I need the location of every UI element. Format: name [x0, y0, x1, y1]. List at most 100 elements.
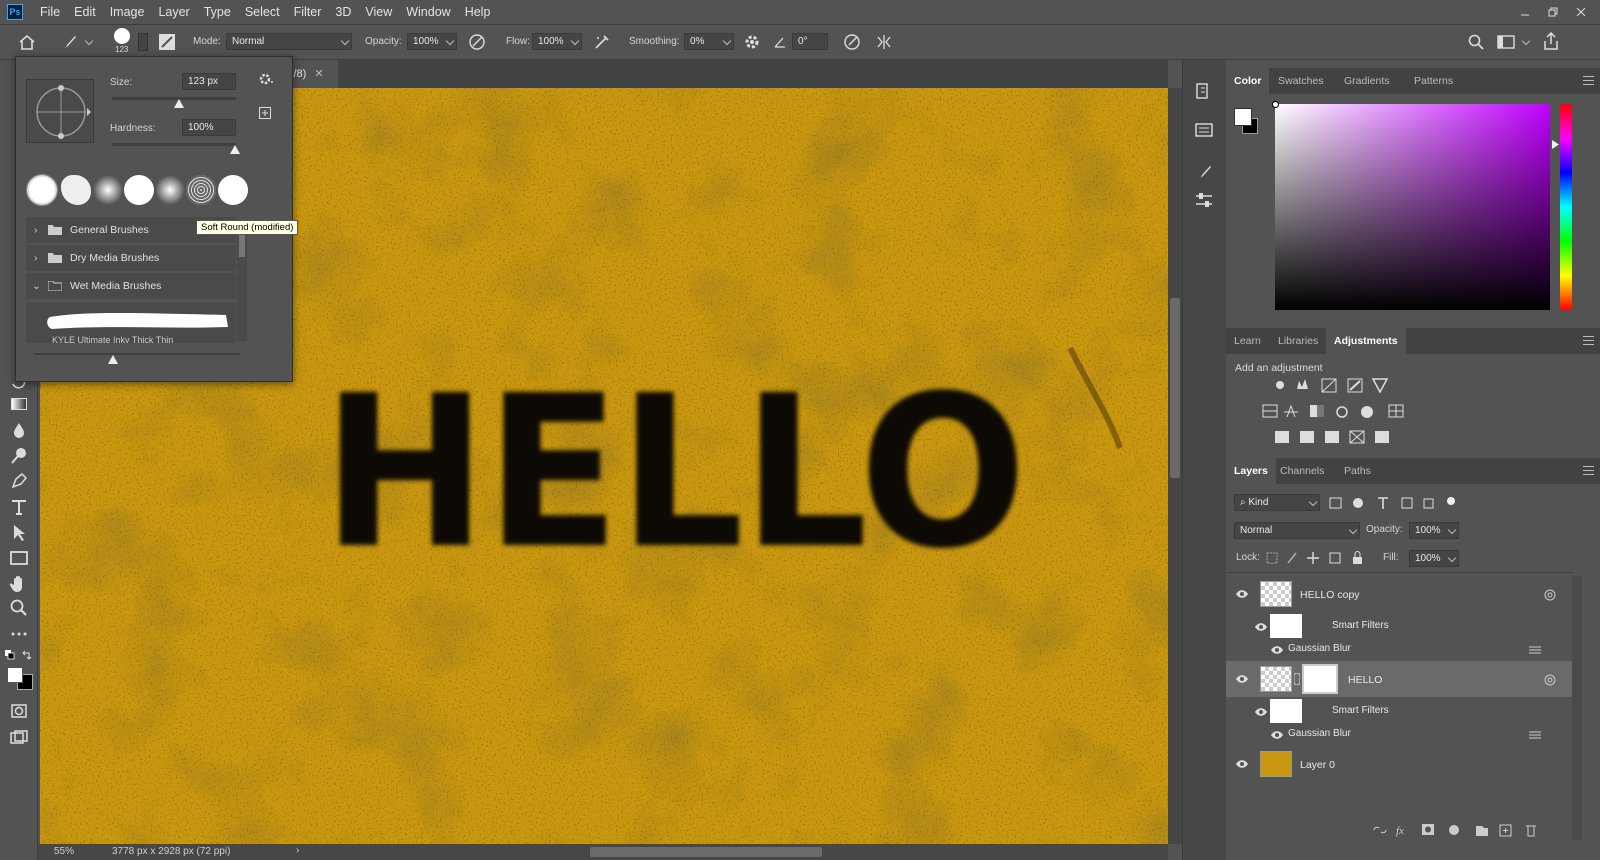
preview-size-slider[interactable]	[34, 353, 240, 355]
preset-list-scrollbar[interactable]	[237, 229, 247, 341]
menu-layer[interactable]: Layer	[151, 0, 196, 24]
filter-mask-thumbnail[interactable]	[1270, 614, 1302, 638]
layer-blend-mode[interactable]: Normal	[1234, 522, 1360, 539]
layer-name[interactable]: Layer 0	[1300, 759, 1335, 771]
horizontal-scroll-thumb[interactable]	[590, 847, 822, 857]
adjust-panel-menu-icon[interactable]	[1583, 336, 1594, 345]
brush-tip-textured[interactable]	[61, 175, 91, 205]
brush-preview-icon[interactable]	[114, 28, 130, 44]
tab-paths[interactable]: Paths	[1336, 458, 1379, 484]
brush-settings-panel-icon[interactable]	[1194, 190, 1214, 210]
restore-icon[interactable]	[1548, 7, 1558, 17]
flow-input[interactable]: 100%	[532, 33, 582, 50]
tool-preset-dropdown[interactable]	[84, 36, 94, 46]
menu-view[interactable]: View	[358, 0, 399, 24]
visibility-eye-icon[interactable]	[1235, 759, 1249, 769]
menu-3d[interactable]: 3D	[328, 0, 358, 24]
search-icon[interactable]	[1468, 34, 1484, 50]
type-tool-icon[interactable]	[9, 497, 29, 517]
visibility-eye-icon[interactable]	[1270, 645, 1284, 655]
dodge-tool-icon[interactable]	[9, 446, 29, 466]
menu-image[interactable]: Image	[103, 0, 152, 24]
layer-filter-kind[interactable]: ⌕ Kind	[1234, 494, 1320, 511]
path-selection-icon[interactable]	[9, 523, 29, 543]
workspace-icon[interactable]	[1497, 34, 1515, 50]
color-fg-swatch[interactable]	[1234, 108, 1252, 126]
properties-icon[interactable]	[1194, 120, 1214, 140]
brush-tip-spatter[interactable]	[186, 175, 216, 205]
menu-edit[interactable]: Edit	[67, 0, 103, 24]
brush-gear-icon[interactable]	[258, 72, 274, 86]
adjustment-icons-row-1[interactable]	[1274, 376, 1404, 394]
airbrush-icon[interactable]	[593, 33, 611, 51]
tab-channels[interactable]: Channels	[1272, 458, 1332, 484]
minimize-icon[interactable]	[1520, 7, 1530, 17]
chevron-down-icon[interactable]: ⌄	[32, 273, 41, 299]
brush-tip-hard-round-2[interactable]	[124, 175, 154, 205]
smoothing-input[interactable]: 0%	[684, 33, 734, 50]
brush-tool-icon[interactable]	[60, 34, 78, 50]
vertical-scroll-thumb[interactable]	[1170, 298, 1180, 478]
home-icon[interactable]	[18, 34, 36, 50]
filter-options-icon[interactable]	[1528, 729, 1542, 741]
tab-patterns[interactable]: Patterns	[1406, 68, 1461, 94]
tab-gradients[interactable]: Gradients	[1336, 68, 1398, 94]
zoom-tool-icon[interactable]	[9, 598, 29, 618]
tab-adjustments[interactable]: Adjustments	[1326, 328, 1406, 354]
visibility-eye-icon[interactable]	[1235, 674, 1249, 684]
tab-swatches[interactable]: Swatches	[1270, 68, 1332, 94]
layer-filter-icons[interactable]	[1328, 495, 1468, 511]
history-icon[interactable]	[1194, 82, 1214, 102]
color-field[interactable]	[1272, 101, 1550, 310]
visibility-eye-icon[interactable]	[1270, 730, 1284, 740]
screen-mode-icon[interactable]	[9, 728, 29, 748]
brush-folder-wet-media[interactable]: ⌄ Wet Media Brushes	[26, 273, 236, 299]
tab-color[interactable]: Color	[1226, 68, 1270, 94]
layer-actions[interactable]: fx	[1372, 822, 1552, 838]
swap-colors-icon[interactable]	[21, 650, 32, 661]
brush-picker-toggle[interactable]	[138, 33, 148, 51]
rectangle-tool-icon[interactable]	[9, 548, 29, 568]
layers-panel-menu-icon[interactable]	[1583, 466, 1594, 475]
layer-row-layer-0[interactable]: Layer 0	[1226, 746, 1572, 782]
layer-name[interactable]: HELLO	[1348, 674, 1382, 686]
brush-folder-dry-media[interactable]: › Dry Media Brushes	[26, 245, 236, 271]
menu-type[interactable]: Type	[197, 0, 238, 24]
layer-opacity-input[interactable]: 100%	[1409, 522, 1459, 539]
brush-tip-soft-round[interactable]	[93, 175, 123, 205]
brush-tip-round[interactable]	[218, 175, 248, 205]
menu-window[interactable]: Window	[399, 0, 457, 24]
layer-fill-input[interactable]: 100%	[1409, 550, 1459, 567]
size-input[interactable]: 123 px	[182, 73, 236, 90]
layer-row-hello[interactable]: HELLO	[1226, 661, 1572, 697]
brush-settings-icon[interactable]	[158, 33, 176, 51]
menu-help[interactable]: Help	[458, 0, 498, 24]
gradient-tool-icon[interactable]	[9, 394, 29, 414]
color-panel-menu-icon[interactable]	[1583, 76, 1594, 85]
adjustment-icons-row-2[interactable]	[1262, 402, 1422, 420]
status-arrow-icon[interactable]: ›	[296, 845, 299, 856]
filter-mask-thumbnail[interactable]	[1270, 699, 1302, 723]
new-preset-icon[interactable]	[259, 107, 271, 119]
hand-tool-icon[interactable]	[9, 574, 29, 594]
gaussian-blur-row[interactable]: Gaussian Blur	[1226, 640, 1572, 660]
gaussian-blur-row[interactable]: Gaussian Blur	[1226, 725, 1572, 745]
pen-tool-icon[interactable]	[9, 471, 29, 491]
hardness-slider[interactable]	[112, 143, 236, 146]
share-icon[interactable]	[1543, 32, 1559, 50]
link-icon[interactable]	[1294, 673, 1300, 685]
brush-stroke-preview-item[interactable]: KYLE Ultimate Inky Thick Thin	[26, 303, 236, 343]
blur-tool-icon[interactable]	[9, 420, 29, 440]
hardness-input[interactable]: 100%	[182, 119, 236, 136]
layer-mask-thumbnail[interactable]	[1302, 664, 1338, 694]
menu-select[interactable]: Select	[238, 0, 287, 24]
smart-object-icon[interactable]	[1544, 674, 1556, 686]
opacity-input[interactable]: 100%	[407, 33, 457, 50]
layer-name[interactable]: HELLO copy	[1300, 589, 1360, 601]
tab-layers[interactable]: Layers	[1226, 458, 1276, 484]
mode-select[interactable]: Normal	[226, 33, 352, 50]
pressure-size-icon[interactable]	[843, 33, 861, 51]
layers-scrollbar[interactable]	[1572, 576, 1582, 840]
more-tools-icon[interactable]	[9, 624, 29, 644]
vertical-scrollbar[interactable]	[1168, 88, 1182, 844]
